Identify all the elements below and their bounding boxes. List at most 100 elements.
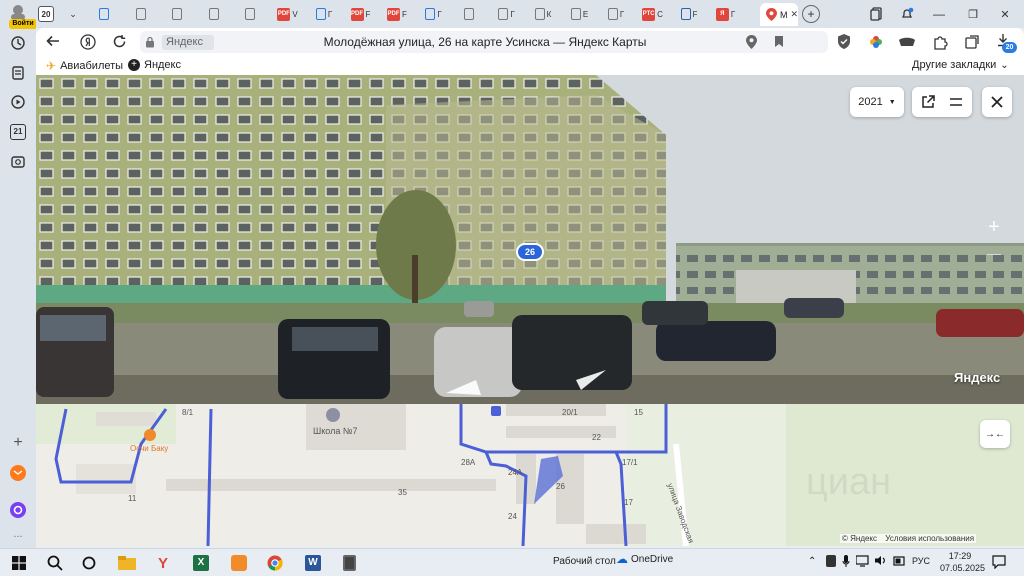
- collections-icon[interactable]: [866, 4, 888, 24]
- search-icon[interactable]: [44, 553, 66, 573]
- clock[interactable]: 17:29 07.05.2025: [940, 550, 985, 574]
- flower-extension-icon[interactable]: [867, 33, 885, 54]
- chrome-icon[interactable]: [264, 553, 286, 573]
- svg-text:циан: циан: [806, 461, 891, 503]
- lock-icon[interactable]: [145, 36, 155, 51]
- browser-tab[interactable]: РТС С: [636, 4, 670, 24]
- yandex-home-button[interactable]: [80, 34, 96, 53]
- alice-icon[interactable]: [8, 500, 28, 520]
- site-chip[interactable]: Яндекс: [162, 35, 214, 50]
- reload-button[interactable]: [112, 34, 127, 52]
- collapse-split-button[interactable]: →←: [980, 420, 1010, 448]
- onedrive-toolbar[interactable]: ☁ OneDrive: [616, 552, 673, 566]
- browser-tab[interactable]: [161, 4, 195, 24]
- bookmark-yandex[interactable]: + Яндекс: [128, 59, 181, 71]
- notes-icon[interactable]: [228, 553, 250, 573]
- browser-tab[interactable]: [234, 4, 268, 24]
- browser-tab[interactable]: PDF F: [344, 4, 378, 24]
- tab-counter[interactable]: 20: [38, 6, 54, 22]
- close-window-button[interactable]: ✕: [994, 4, 1016, 24]
- history-icon[interactable]: [8, 33, 28, 53]
- browser-tab[interactable]: F: [672, 4, 706, 24]
- bookmarks-icon[interactable]: [8, 63, 28, 83]
- hat-extension-icon[interactable]: [898, 35, 916, 52]
- notification-center-icon[interactable]: [992, 555, 1006, 572]
- cloud-icon: [99, 8, 109, 20]
- close-panorama-button[interactable]: [982, 87, 1012, 117]
- bookmark-icon[interactable]: [774, 35, 784, 51]
- pdf-icon: PDF: [277, 7, 291, 21]
- explorer-icon[interactable]: [116, 553, 138, 573]
- login-label[interactable]: Войти: [9, 19, 37, 29]
- excel-icon[interactable]: X: [190, 553, 212, 573]
- other-bookmarks[interactable]: Другие закладки ⌄: [912, 59, 1009, 71]
- bookmark-aviatickets[interactable]: ✈ Авиабилеты: [46, 59, 123, 73]
- back-button[interactable]: [46, 34, 60, 52]
- page-icon: [570, 8, 581, 20]
- browser-tab[interactable]: [88, 4, 122, 24]
- tab-close-icon[interactable]: ✕: [790, 9, 798, 20]
- zoom-out-button[interactable]: —: [987, 241, 1001, 265]
- word-icon[interactable]: W: [302, 553, 324, 573]
- language-indicator[interactable]: РУС: [912, 556, 930, 566]
- browser-tab[interactable]: Е: [563, 4, 597, 24]
- volume-icon[interactable]: [874, 554, 887, 570]
- zoom-in-button[interactable]: +: [988, 213, 1000, 241]
- notifications-icon[interactable]: [896, 4, 918, 24]
- mail-app-icon[interactable]: [8, 463, 28, 483]
- screenshot-icon[interactable]: [8, 152, 28, 172]
- menu-icon[interactable]: [949, 97, 963, 107]
- rts-icon: РТС: [642, 7, 656, 21]
- microphone-icon[interactable]: [842, 555, 850, 571]
- location-pin-icon[interactable]: [746, 35, 757, 52]
- maximize-button[interactable]: ❐: [962, 4, 984, 24]
- tab-list-chevron-icon[interactable]: ⌄: [62, 4, 84, 24]
- browser-tab[interactable]: Г: [417, 4, 451, 24]
- browser-tab[interactable]: PDF F: [380, 4, 414, 24]
- terms-link[interactable]: Условия использования: [885, 534, 974, 543]
- add-panel-button[interactable]: +: [8, 433, 28, 453]
- browser-tab[interactable]: Г: [599, 4, 633, 24]
- school-icon[interactable]: [326, 408, 340, 422]
- minimize-button[interactable]: —: [928, 4, 950, 24]
- extensions-puzzle-icon[interactable]: [932, 34, 948, 53]
- calendar-icon[interactable]: 21: [8, 122, 28, 142]
- page-title[interactable]: Молодёжная улица, 26 на карте Усинска — …: [230, 35, 740, 49]
- play-icon[interactable]: [8, 92, 28, 112]
- page-icon: [498, 8, 509, 20]
- browser-tab[interactable]: К: [526, 4, 560, 24]
- map-view[interactable]: циан Школа №7 Осчи Баку 8/1 20/1 15 22 1…: [36, 404, 1024, 546]
- downloads-button[interactable]: 20: [996, 33, 1017, 53]
- desktop-toolbar-label[interactable]: Рабочий стол: [553, 556, 616, 567]
- tray-chevron-icon[interactable]: ⌃: [808, 556, 816, 567]
- protect-shield-icon[interactable]: [836, 33, 852, 53]
- panorama-viewer[interactable]: 26 2021 ▼ + — Яндекс: [36, 75, 1024, 404]
- tab-active[interactable]: M ✕: [760, 3, 798, 26]
- browser-tab[interactable]: Г: [307, 4, 341, 24]
- external-link-icon[interactable]: [921, 95, 935, 109]
- avatar[interactable]: Войти: [5, 4, 37, 29]
- browser-tab[interactable]: [125, 4, 159, 24]
- start-icon[interactable]: [8, 553, 30, 573]
- browser-tab[interactable]: Г: [490, 4, 524, 24]
- cortana-icon[interactable]: [78, 553, 100, 573]
- house-number-marker[interactable]: 26: [516, 243, 544, 261]
- screenshot-tool-icon[interactable]: [964, 34, 980, 53]
- calculator-icon[interactable]: [338, 553, 360, 573]
- year-select[interactable]: 2021 ▼: [850, 87, 904, 117]
- browser-tab[interactable]: [453, 4, 487, 24]
- battery-icon[interactable]: [893, 555, 905, 570]
- browser-tab[interactable]: [198, 4, 232, 24]
- new-tab-button[interactable]: +: [802, 5, 820, 23]
- network-icon[interactable]: [855, 555, 869, 570]
- more-icon[interactable]: ...: [8, 524, 28, 544]
- browser-tab[interactable]: ЯГ: [709, 4, 743, 24]
- cafe-icon[interactable]: [144, 429, 156, 441]
- tab-title: Г: [437, 9, 442, 19]
- tray-app-icon[interactable]: [826, 555, 836, 567]
- map-label-cafe[interactable]: Осчи Баку: [130, 444, 168, 453]
- browser-tab[interactable]: PDF V: [271, 4, 305, 24]
- yandex-browser-icon[interactable]: Y: [152, 553, 174, 573]
- map-label-school[interactable]: Школа №7: [313, 426, 358, 436]
- address-bar[interactable]: Яндекс Молодёжная улица, 26 на карте Уси…: [140, 31, 828, 53]
